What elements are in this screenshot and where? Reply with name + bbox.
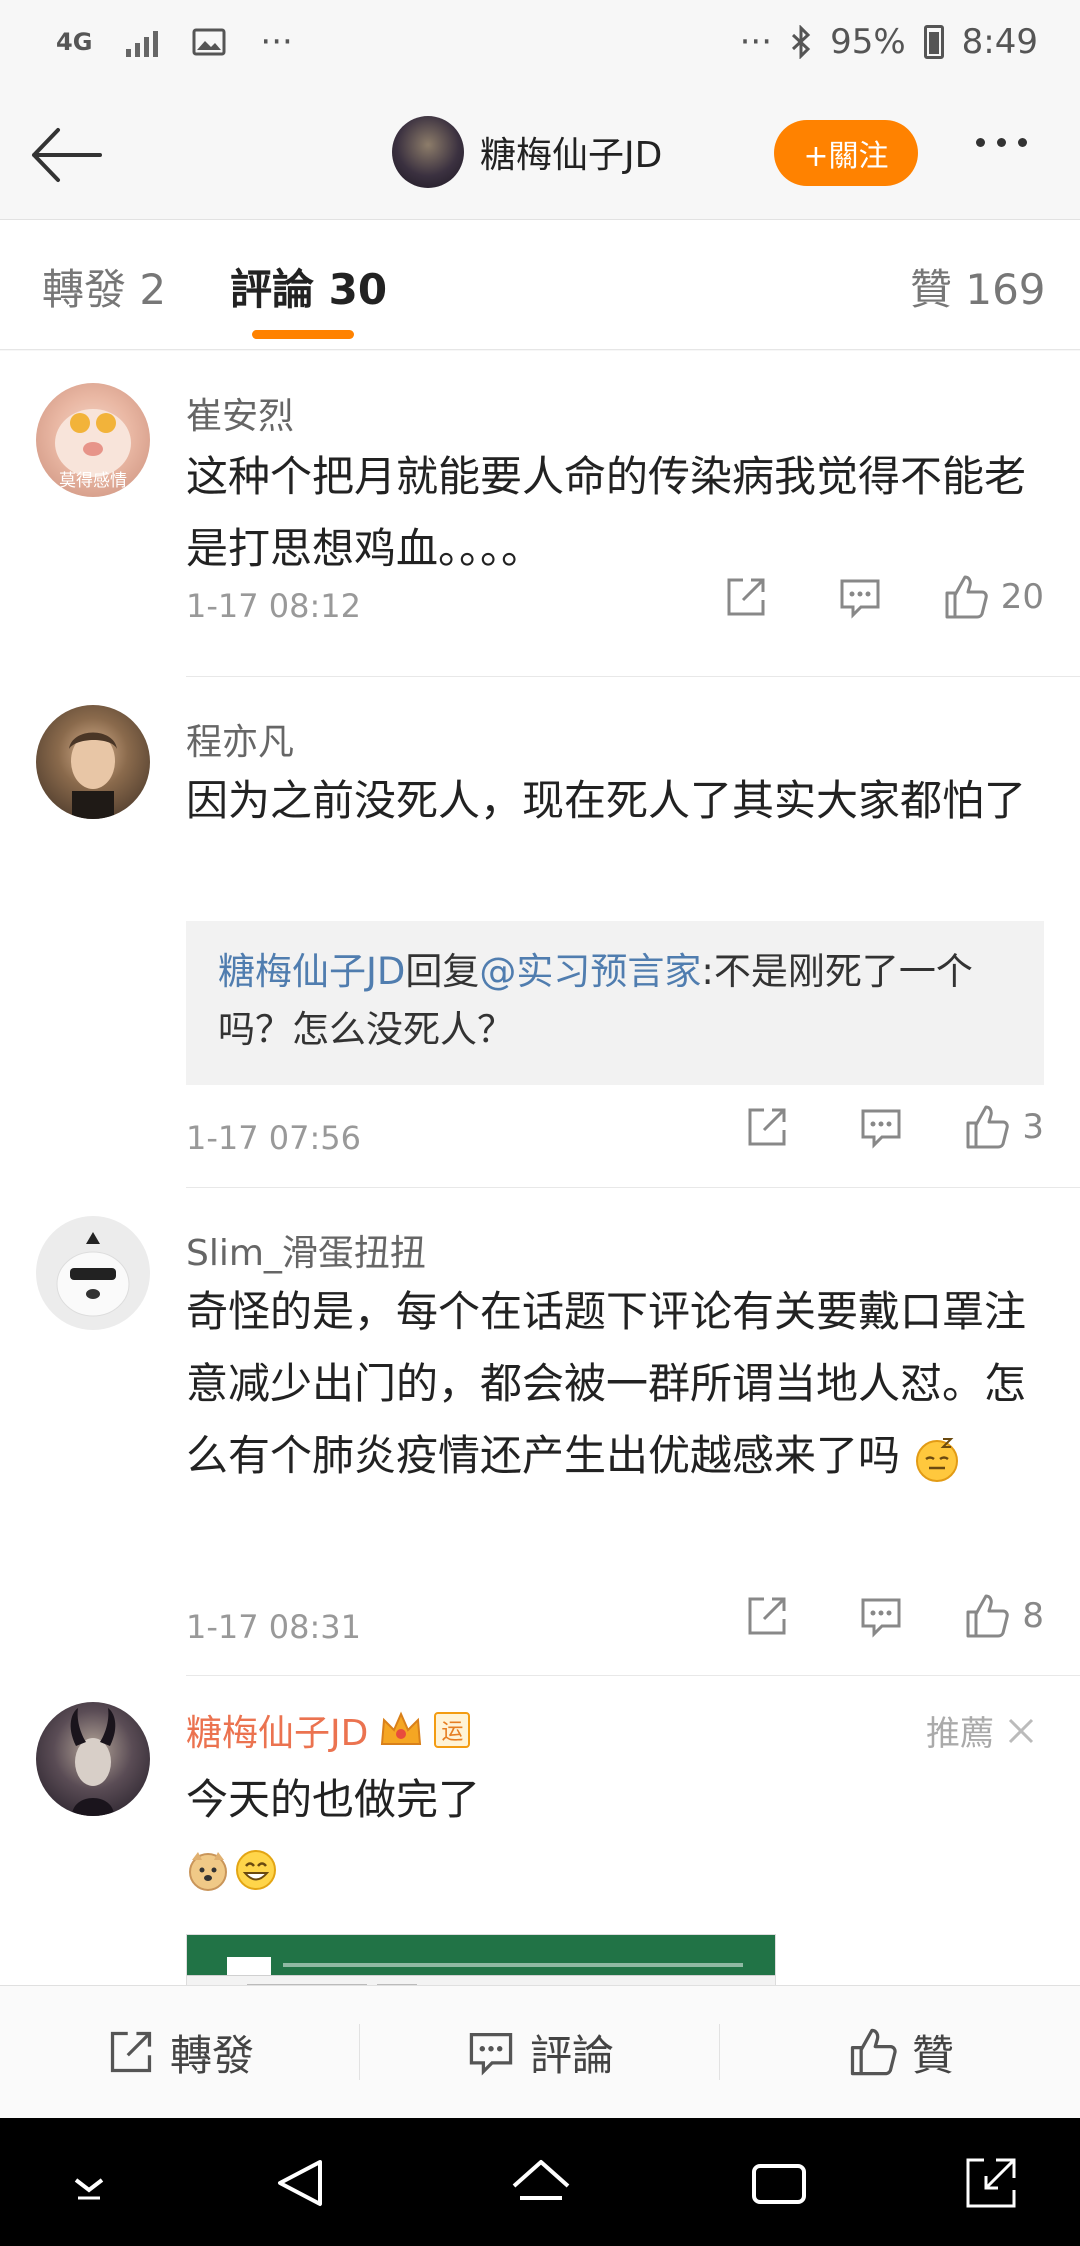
reply-quote[interactable]: 糖梅仙子JD回复@实习预言家:不是刚死了一个吗？怎么没死人？: [186, 921, 1044, 1085]
commenter-avatar[interactable]: [36, 705, 150, 819]
status-bar: 4G ··· ··· 95% 8:49: [0, 0, 1080, 90]
author-avatar[interactable]: [392, 116, 464, 188]
repost-icon[interactable]: [710, 1593, 824, 1639]
reply-verb: 回复: [405, 950, 480, 993]
thumbs-up-icon: [966, 1105, 1010, 1149]
dog-avatar-image: [56, 1232, 130, 1317]
comment-list: 莫得感情 崔安烈 这种个把月就能要人命的传染病我觉得不能老是打思想鸡血。。。。 …: [0, 351, 1080, 1985]
comment-actions: 3: [710, 1103, 1044, 1151]
bottom-comment-button[interactable]: 評論: [360, 1986, 720, 2118]
cat-avatar-image: 莫得感情: [55, 409, 131, 491]
system-nav-bar: [0, 2118, 1080, 2246]
avatar-caption: 莫得感情: [59, 471, 127, 491]
spreadsheet-ribbon: [187, 1935, 775, 1975]
reply-mention-link[interactable]: @实习预言家: [479, 950, 701, 993]
commenter-name[interactable]: 糖梅仙子JD: [186, 1704, 368, 1756]
signal-icon: [126, 27, 159, 57]
image-icon: [192, 28, 226, 56]
author-name[interactable]: 糖梅仙子JD: [480, 126, 662, 178]
tab-bar: 轉發 2 評論 30 贊 169: [0, 220, 1080, 350]
comment-divider: [186, 676, 1080, 677]
fortune-badge-icon: 运: [434, 1712, 471, 1748]
repost-icon: [110, 2031, 152, 2073]
author-info[interactable]: 糖梅仙子JD: [392, 116, 662, 188]
bottom-like-label: 贊: [911, 2030, 954, 2080]
comment-actions: 8: [710, 1592, 1044, 1640]
comment-time: 1-17 07:56: [186, 1119, 362, 1157]
comment-icon[interactable]: [824, 1104, 938, 1150]
comment-actions: 20: [689, 573, 1044, 621]
bottom-repost-label: 轉發: [169, 2030, 254, 2080]
chevron-down-icon[interactable]: [54, 2148, 124, 2218]
comment-time: 1-17 08:31: [186, 1608, 362, 1646]
nav-recents-icon[interactable]: [744, 2148, 814, 2218]
thumbs-up-icon: [945, 575, 988, 619]
network-type-indicator: 4G: [56, 28, 93, 56]
follow-button[interactable]: +關注: [774, 120, 918, 186]
comment-body: 奇怪的是，每个在话题下评论有关要戴口罩注意减少出门的，都会被一群所谓当地人怼。怎…: [186, 1287, 1027, 1480]
maleficent-avatar-image: [70, 1708, 116, 1816]
like-count: 20: [1000, 577, 1044, 617]
commenter-name[interactable]: Slim_滑蛋扭扭: [186, 1224, 426, 1276]
expand-icon[interactable]: [956, 2148, 1026, 2218]
comment-text: 今天的也做完了: [186, 1775, 481, 1824]
bottom-action-bar: 轉發 評論 贊: [0, 1985, 1080, 2118]
bottom-repost-button[interactable]: 轉發: [0, 1986, 360, 2118]
comment-icon[interactable]: [803, 574, 917, 620]
commenter-avatar[interactable]: [36, 1216, 150, 1330]
like-count: 8: [1022, 1596, 1044, 1636]
spreadsheet-toolbar: [187, 1975, 775, 1985]
repost-icon[interactable]: [689, 574, 803, 620]
crown-badge-icon: [381, 1711, 422, 1745]
doge-emoji-icon: [189, 1852, 227, 1891]
tab-repost[interactable]: 轉發 2: [42, 256, 166, 317]
tab-active-indicator: [252, 330, 354, 339]
close-icon[interactable]: [1006, 1716, 1036, 1746]
tab-comment[interactable]: 評論 30: [230, 256, 387, 317]
commenter-avatar[interactable]: [36, 1702, 150, 1816]
recommend-tag: 推薦: [926, 1706, 1036, 1755]
nav-back-icon[interactable]: [266, 2148, 336, 2218]
like-count: 3: [1022, 1107, 1044, 1147]
comment-divider: [186, 1187, 1080, 1188]
commenter-name[interactable]: 程亦凡: [186, 713, 294, 765]
nav-home-icon[interactable]: [506, 2148, 576, 2218]
bluetooth-icon: [792, 25, 811, 59]
attached-image[interactable]: [186, 1934, 776, 1985]
comment-time: 1-17 08:12: [186, 587, 362, 625]
grin-emoji-icon: [236, 1850, 276, 1890]
emoji-row: [186, 1848, 278, 1892]
bottom-comment-label: 評論: [529, 2030, 614, 2080]
header: 糖梅仙子JD +關注: [0, 90, 1080, 220]
recommend-label: 推薦: [926, 1714, 994, 1754]
comment-text: 奇怪的是，每个在话题下评论有关要戴口罩注意减少出门的，都会被一群所谓当地人怼。怎…: [186, 1276, 1046, 1492]
like-button[interactable]: 3: [938, 1103, 1044, 1151]
comment-icon[interactable]: [824, 1593, 938, 1639]
comment-divider: [186, 1675, 1080, 1676]
comment-text: 这种个把月就能要人命的传染病我觉得不能老是打思想鸡血。。。。: [186, 452, 1027, 573]
commenter-avatar[interactable]: 莫得感情: [36, 383, 150, 497]
like-button[interactable]: 8: [938, 1592, 1044, 1640]
comment-icon: [469, 2032, 513, 2076]
back-arrow-icon[interactable]: [28, 120, 108, 190]
comment-text: 因为之前没死人，现在死人了其实大家都怕了: [186, 776, 1027, 825]
battery-percent: 95%: [830, 22, 906, 62]
more-options-icon[interactable]: [976, 138, 1027, 147]
repost-icon[interactable]: [710, 1104, 824, 1150]
reply-author-link[interactable]: 糖梅仙子JD: [218, 950, 405, 993]
author-name-row: 糖梅仙子JD 运: [186, 1704, 471, 1756]
battery-icon: [923, 25, 944, 59]
portrait-avatar-image: [69, 732, 117, 819]
clock: 8:49: [961, 22, 1038, 62]
notification-more-indicator: ···: [260, 22, 293, 62]
like-button[interactable]: 20: [917, 573, 1044, 621]
tab-like[interactable]: 贊 169: [910, 256, 1046, 317]
sleepy-emoji-icon: [916, 1437, 959, 1482]
thumbs-up-icon: [850, 2028, 897, 2076]
bottom-like-button[interactable]: 贊: [720, 1986, 1080, 2118]
thumbs-up-icon: [966, 1594, 1010, 1638]
status-more-indicator: ···: [739, 22, 773, 62]
commenter-name[interactable]: 崔安烈: [186, 387, 294, 439]
